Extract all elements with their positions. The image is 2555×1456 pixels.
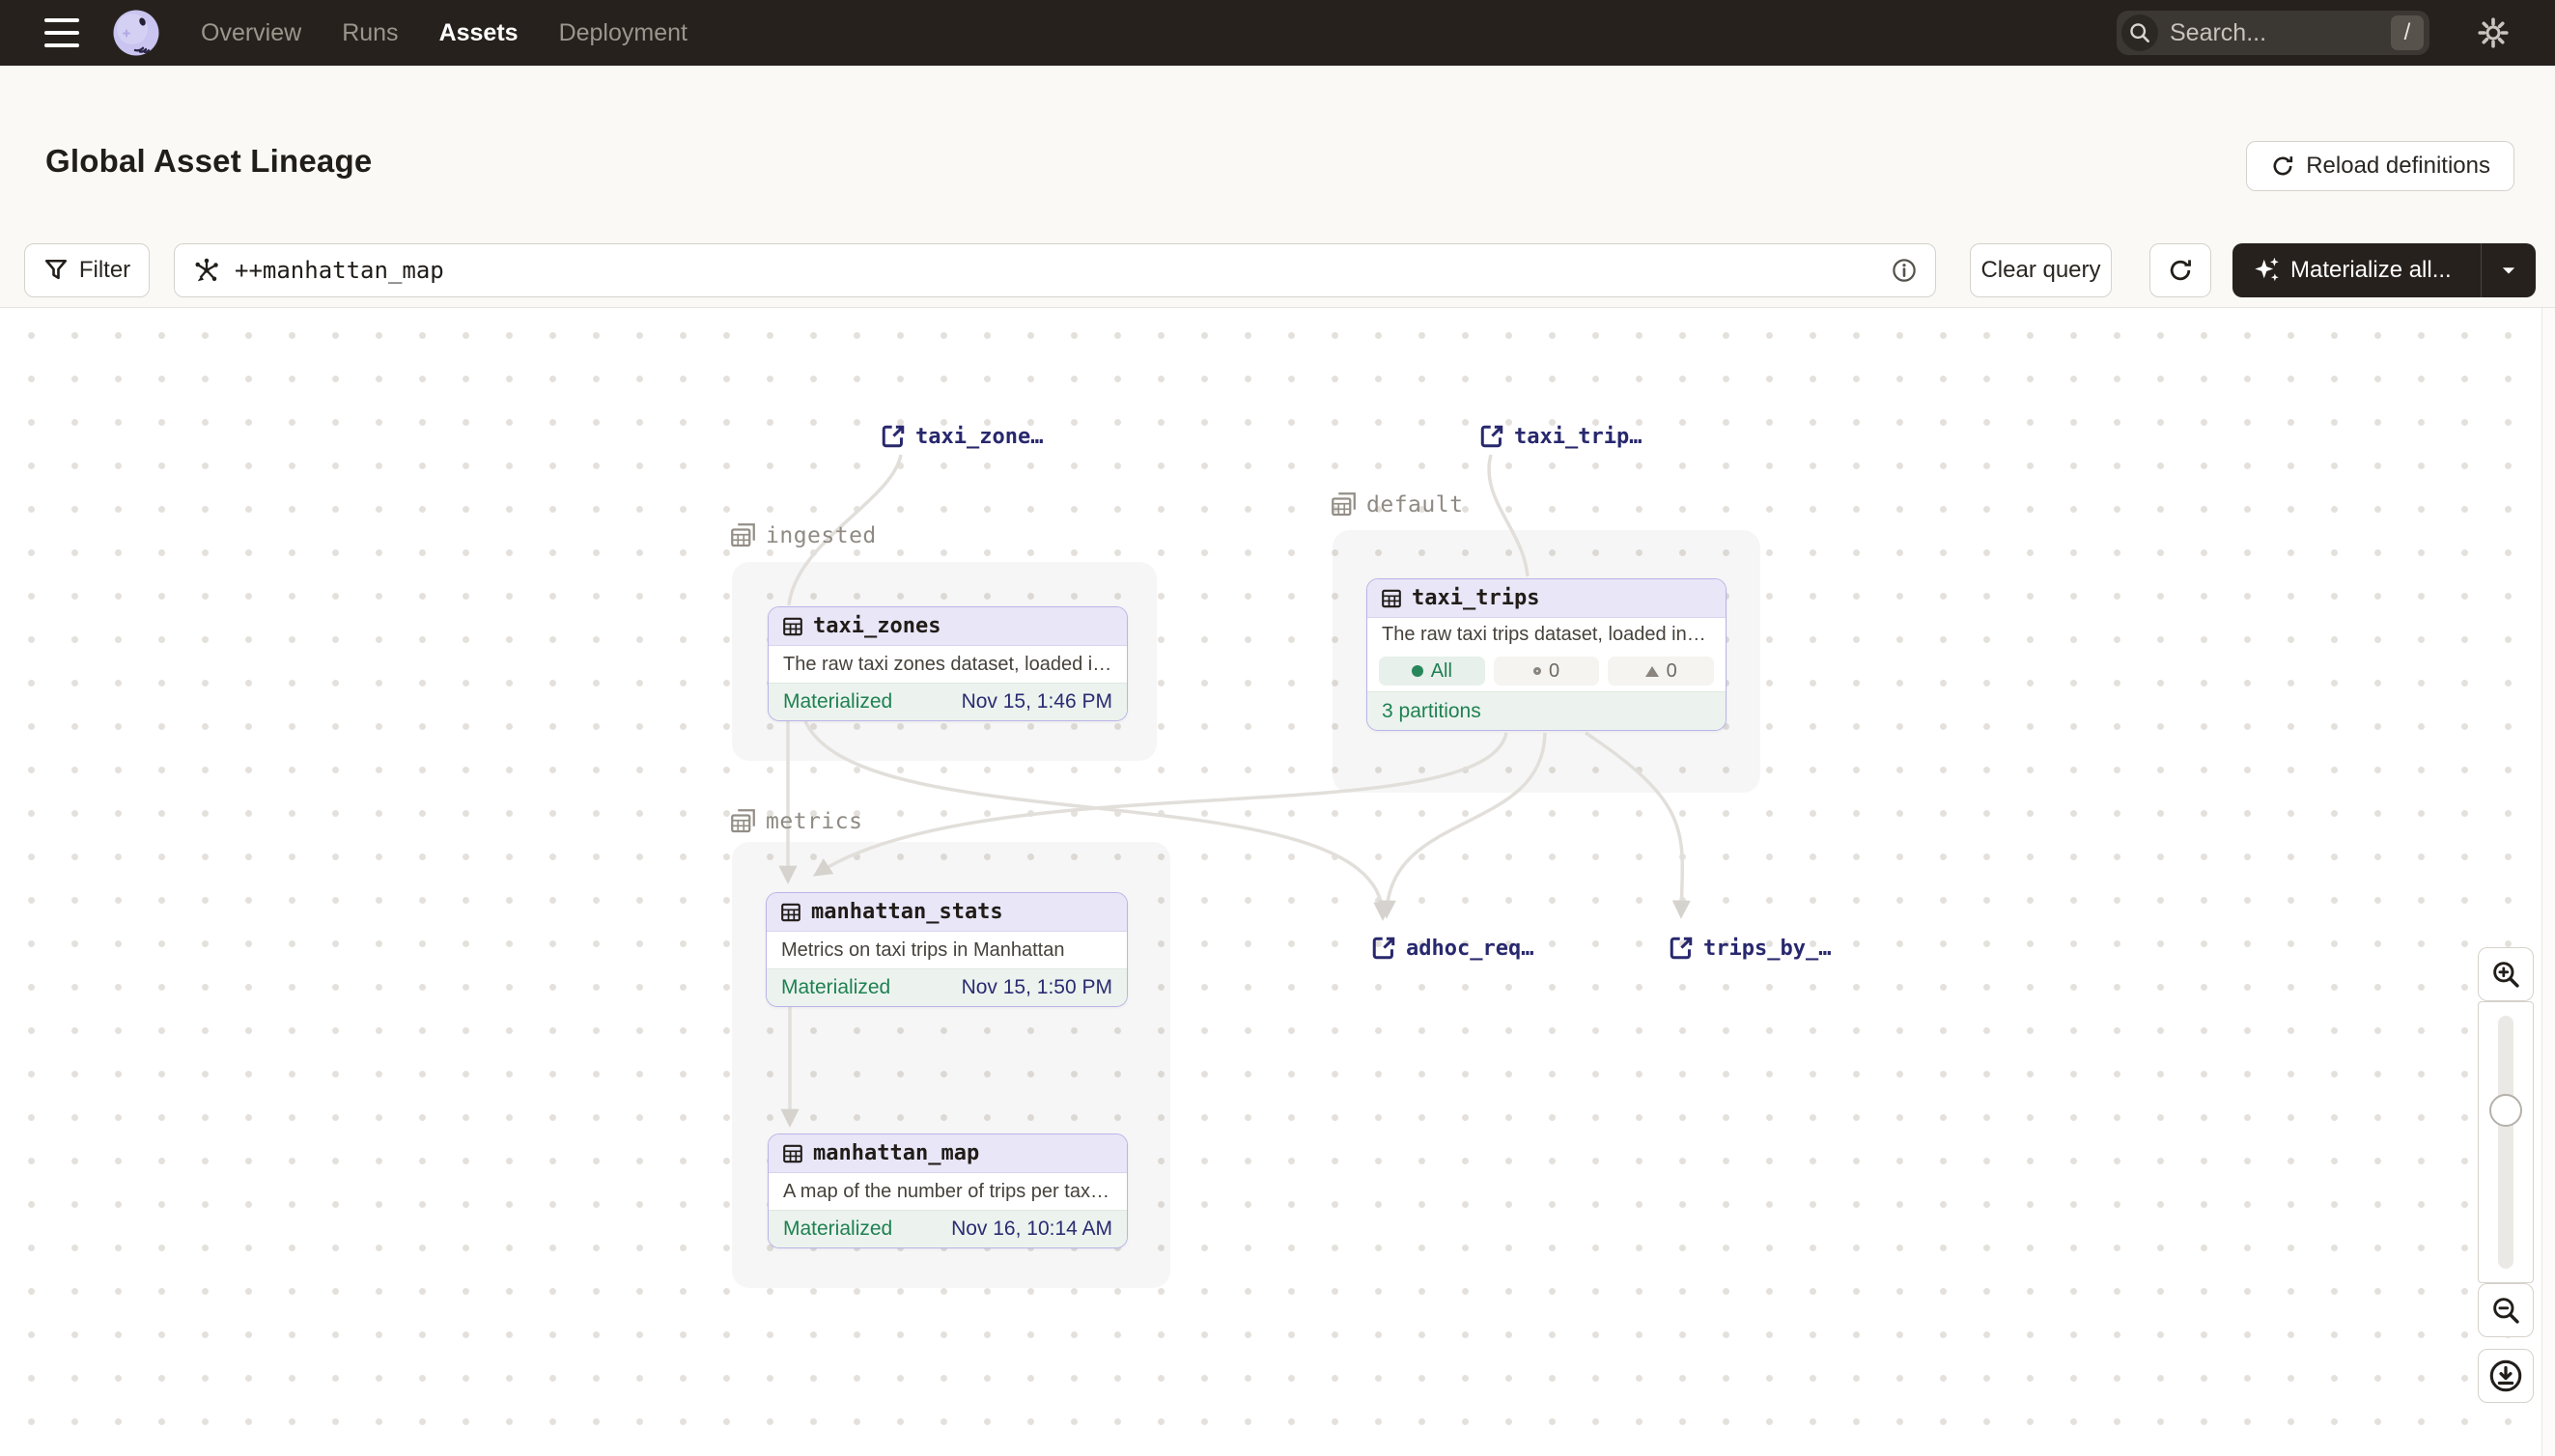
asset-node-taxi-zones[interactable]: taxi_zones The raw taxi zones dataset, l… — [768, 606, 1128, 721]
menu-icon[interactable] — [44, 18, 81, 47]
filter-button[interactable]: Filter — [24, 243, 150, 297]
group-label-default[interactable]: default — [1331, 491, 1463, 518]
zoom-slider[interactable] — [2478, 1001, 2534, 1283]
external-link-icon — [1371, 936, 1396, 961]
external-asset-taxi-trip[interactable]: taxi_trip… — [1479, 424, 1642, 449]
dagster-logo — [112, 9, 160, 57]
clear-query-button[interactable]: Clear query — [1970, 243, 2112, 297]
external-asset-trips-by[interactable]: trips_by_… — [1669, 936, 1831, 961]
group-tables-icon — [730, 522, 756, 548]
table-icon — [782, 1143, 803, 1164]
reload-definitions-button[interactable]: Reload definitions — [2246, 141, 2514, 191]
asset-description: The raw taxi trips dataset, loaded into … — [1382, 624, 1711, 646]
partitions-count: 3 partitions — [1382, 700, 1481, 723]
nav-overview[interactable]: Overview — [201, 19, 301, 47]
filled-dot-icon — [1412, 665, 1423, 677]
search-icon — [2121, 14, 2158, 51]
external-link-icon — [1669, 936, 1694, 961]
table-icon — [1381, 588, 1402, 609]
partitions-missing-pill[interactable]: 0 — [1494, 657, 1600, 686]
page-header: Global Asset Lineage Reload definitions … — [0, 66, 2555, 307]
group-tables-icon — [730, 808, 756, 834]
status-badge: Materialized — [781, 976, 890, 999]
refresh-graph-button[interactable] — [2149, 243, 2211, 297]
nav-links: Overview Runs Assets Deployment — [201, 19, 688, 47]
materialization-timestamp: Nov 16, 10:14 AM — [951, 1218, 1112, 1241]
asset-name: taxi_zones — [813, 614, 941, 638]
asset-description: Metrics on taxi trips in Manhattan — [781, 939, 1064, 962]
graph-query-icon — [192, 256, 221, 285]
search-input[interactable] — [2158, 19, 2391, 47]
group-label-ingested[interactable]: ingested — [730, 522, 877, 548]
partitions-all-pill[interactable]: All — [1379, 657, 1485, 686]
info-icon[interactable] — [1891, 257, 1918, 284]
status-badge: Materialized — [783, 1218, 892, 1241]
refresh-icon — [2167, 257, 2194, 284]
materialize-all-split-button[interactable]: Materialize all... — [2232, 243, 2536, 297]
refresh-icon — [2270, 154, 2295, 179]
page-title: Global Asset Lineage — [45, 143, 372, 180]
zoom-slider-thumb[interactable] — [2489, 1094, 2522, 1127]
materialization-timestamp: Nov 15, 1:50 PM — [962, 976, 1112, 999]
download-icon — [2488, 1358, 2523, 1393]
top-nav: Overview Runs Assets Deployment / — [0, 0, 2555, 66]
ring-icon — [1533, 667, 1541, 675]
nav-deployment[interactable]: Deployment — [559, 19, 688, 47]
table-icon — [780, 902, 801, 923]
materialization-timestamp: Nov 15, 1:46 PM — [962, 690, 1112, 714]
settings-gear-icon[interactable] — [2474, 14, 2513, 52]
partitions-failed-pill[interactable]: 0 — [1608, 657, 1714, 686]
external-asset-adhoc-req[interactable]: adhoc_req… — [1371, 936, 1533, 961]
scrollbar[interactable] — [2541, 308, 2555, 1456]
sparkles-icon — [2252, 256, 2281, 285]
asset-selection-value[interactable] — [235, 257, 1877, 284]
asset-name: manhattan_map — [813, 1141, 979, 1165]
partition-health-pills: All 0 0 — [1367, 651, 1726, 691]
filter-funnel-icon — [43, 258, 69, 283]
lineage-edges — [0, 308, 2555, 1456]
asset-name: taxi_trips — [1412, 586, 1539, 610]
materialize-dropdown-button[interactable] — [2482, 260, 2536, 281]
external-link-icon — [1479, 424, 1504, 449]
nav-assets[interactable]: Assets — [439, 19, 519, 47]
asset-description: The raw taxi zones dataset, loaded int..… — [783, 654, 1112, 676]
group-tables-icon — [1331, 491, 1357, 518]
download-view-button[interactable] — [2478, 1349, 2534, 1403]
status-badge: Materialized — [783, 690, 892, 714]
asset-node-taxi-trips[interactable]: taxi_trips The raw taxi trips dataset, l… — [1366, 578, 1727, 731]
triangle-warning-icon — [1645, 666, 1659, 677]
external-link-icon — [881, 424, 906, 449]
asset-description: A map of the number of trips per taxi z.… — [783, 1181, 1112, 1203]
zoom-out-button[interactable] — [2478, 1283, 2534, 1337]
table-icon — [782, 616, 803, 637]
chevron-down-icon — [2498, 260, 2519, 281]
zoom-in-icon — [2490, 959, 2521, 990]
zoom-slider-track[interactable] — [2498, 1016, 2513, 1269]
global-search[interactable]: / — [2117, 11, 2429, 55]
asset-name: manhattan_stats — [811, 900, 1003, 924]
external-asset-taxi-zone[interactable]: taxi_zone… — [881, 424, 1043, 449]
asset-node-manhattan-map[interactable]: manhattan_map A map of the number of tri… — [768, 1134, 1128, 1248]
lineage-canvas[interactable]: ingested default metrics taxi_zone… taxi… — [0, 307, 2555, 1456]
zoom-in-button[interactable] — [2478, 947, 2534, 1001]
search-shortcut-badge: / — [2391, 15, 2424, 50]
materialize-all-button[interactable]: Materialize all... — [2232, 256, 2481, 285]
group-label-metrics[interactable]: metrics — [730, 808, 862, 834]
asset-selection-input[interactable] — [174, 243, 1936, 297]
zoom-out-icon — [2490, 1295, 2521, 1326]
asset-node-manhattan-stats[interactable]: manhattan_stats Metrics on taxi trips in… — [766, 892, 1128, 1007]
nav-runs[interactable]: Runs — [342, 19, 398, 47]
